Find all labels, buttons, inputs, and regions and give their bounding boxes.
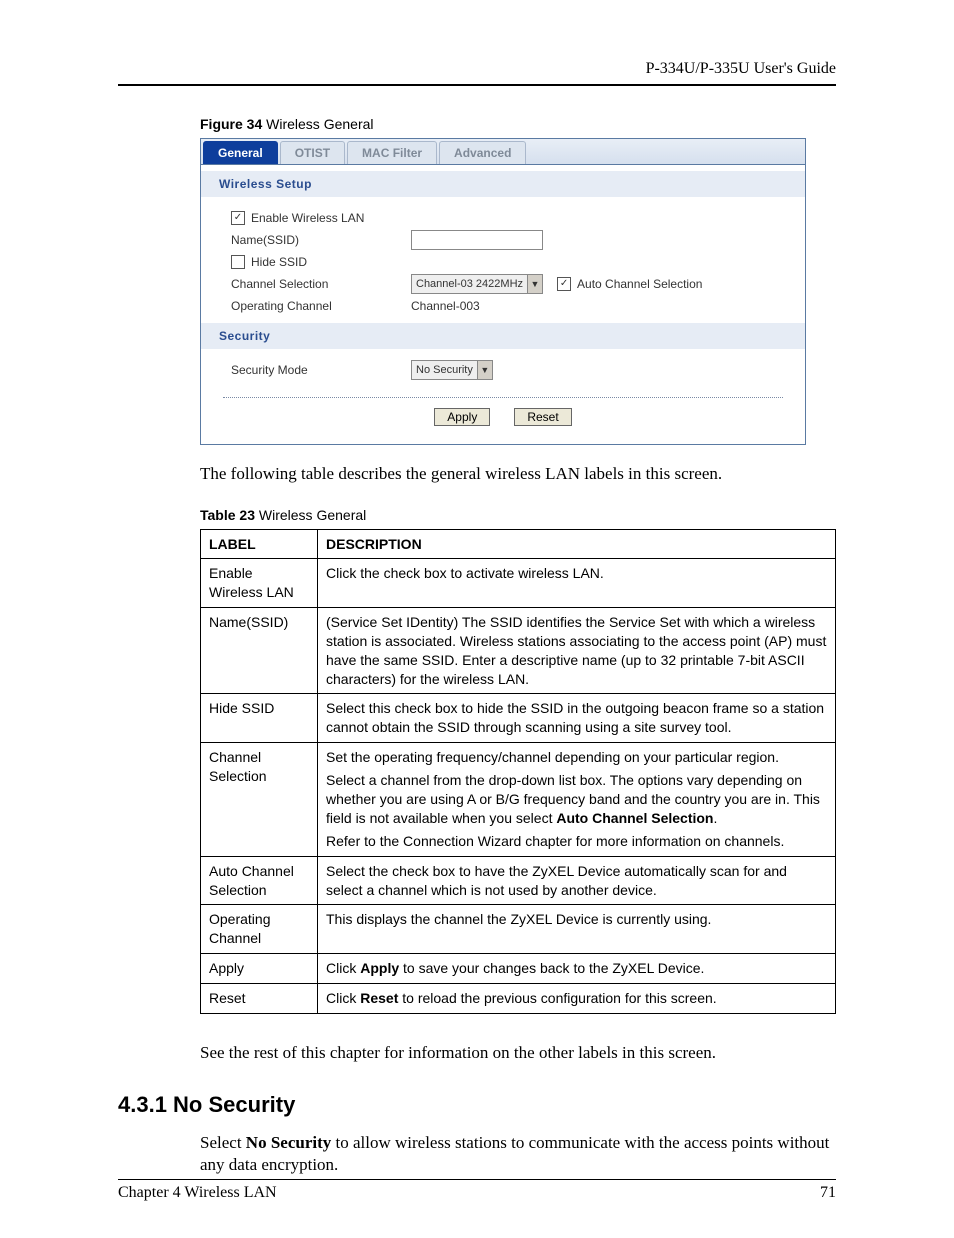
cell-description: Click Reset to reload the previous confi… xyxy=(318,984,836,1014)
operating-channel-label: Operating Channel xyxy=(231,299,332,313)
doc-header: P-334U/P-335U User's Guide xyxy=(118,60,836,84)
cell-label: Hide SSID xyxy=(201,694,318,743)
wireless-setup-form: ✓ Enable Wireless LAN Name(SSID) Hide SS… xyxy=(201,197,805,323)
cell-label: Auto Channel Selection xyxy=(201,856,318,905)
table-row: Auto Channel SelectionSelect the check b… xyxy=(201,856,836,905)
chevron-down-icon: ▼ xyxy=(477,361,492,379)
nosec-bold: No Security xyxy=(246,1133,331,1152)
table-row: Operating Channel This displays the chann… xyxy=(201,905,836,954)
desc-line: Refer to the Connection Wizard chapter f… xyxy=(326,832,827,851)
button-row: Apply Reset xyxy=(201,406,805,430)
cell-label: Apply xyxy=(201,954,318,984)
cell-description: Click the check box to activate wireless… xyxy=(318,559,836,608)
tab-advanced[interactable]: Advanced xyxy=(439,141,526,164)
footer-left: Chapter 4 Wireless LAN xyxy=(118,1184,277,1202)
desc-line: Select the check box to have the ZyXEL D… xyxy=(326,862,827,900)
after-table-paragraph: See the rest of this chapter for informa… xyxy=(200,1042,836,1064)
channel-selection-value: Channel-03 2422MHz xyxy=(412,278,527,290)
tabs: General OTIST MAC Filter Advanced xyxy=(201,139,805,165)
table-caption: Table 23 Wireless General xyxy=(200,507,836,523)
cell-description: Click Apply to save your changes back to… xyxy=(318,954,836,984)
table-row: Channel Selection Set the operating frequ… xyxy=(201,743,836,856)
table-label: Table 23 xyxy=(200,507,255,523)
table-row: Enable Wireless LAN Click the check box t… xyxy=(201,559,836,608)
footer: Chapter 4 Wireless LAN 71 xyxy=(118,1179,836,1202)
desc-line: Set the operating frequency/channel depe… xyxy=(326,748,827,767)
no-security-paragraph: Select No Security to allow wireless sta… xyxy=(200,1132,836,1176)
name-ssid-input[interactable] xyxy=(411,230,543,250)
desc-line: This displays the channel the ZyXEL Devi… xyxy=(326,910,827,929)
desc-line: (Service Set IDentity) The SSID identifi… xyxy=(326,613,827,689)
security-mode-label: Security Mode xyxy=(231,363,308,377)
th-description: DESCRIPTION xyxy=(318,530,836,559)
cell-description: Set the operating frequency/channel depe… xyxy=(318,743,836,856)
cell-label: Channel Selection xyxy=(201,743,318,856)
auto-channel-checkbox[interactable]: ✓ xyxy=(557,277,571,291)
channel-selection-label: Channel Selection xyxy=(231,277,328,291)
th-label: LABEL xyxy=(201,530,318,559)
table-text: Wireless General xyxy=(255,507,366,523)
figure-text: Wireless General xyxy=(262,116,373,132)
table-row: Reset Click Reset to reload the previous … xyxy=(201,984,836,1014)
cell-description: Select this check box to hide the SSID i… xyxy=(318,694,836,743)
desc-line: Click Apply to save your changes back to… xyxy=(326,959,827,978)
auto-channel-label: Auto Channel Selection xyxy=(577,277,702,291)
cell-description: Select the check box to have the ZyXEL D… xyxy=(318,856,836,905)
security-form: Security Mode No Security ▼ xyxy=(201,349,805,387)
separator xyxy=(223,397,783,398)
figure-label: Figure 34 xyxy=(200,116,262,132)
chevron-down-icon: ▼ xyxy=(527,275,542,293)
tab-mac-filter[interactable]: MAC Filter xyxy=(347,141,437,164)
name-ssid-label: Name(SSID) xyxy=(231,233,299,247)
table-row: Name(SSID)(Service Set IDentity) The SSI… xyxy=(201,607,836,694)
section-heading: 4.3.1 No Security xyxy=(118,1092,836,1118)
cell-description: This displays the channel the ZyXEL Devi… xyxy=(318,905,836,954)
panel: Wireless Setup ✓ Enable Wireless LAN Nam… xyxy=(201,165,805,444)
enable-wireless-label: Enable Wireless LAN xyxy=(251,211,364,225)
apply-button[interactable]: Apply xyxy=(434,408,490,426)
section-wireless-setup: Wireless Setup xyxy=(201,171,805,197)
footer-right: 71 xyxy=(820,1184,836,1202)
nosec-pre: Select xyxy=(200,1133,246,1152)
table-row: Hide SSIDSelect this check box to hide t… xyxy=(201,694,836,743)
channel-selection-dropdown[interactable]: Channel-03 2422MHz ▼ xyxy=(411,274,543,294)
cell-description: (Service Set IDentity) The SSID identifi… xyxy=(318,607,836,694)
tab-otist[interactable]: OTIST xyxy=(280,141,345,164)
desc-line: Click Reset to reload the previous confi… xyxy=(326,989,827,1008)
wireless-general-screenshot: General OTIST MAC Filter Advanced Wirele… xyxy=(200,138,806,445)
desc-line: Click the check box to activate wireless… xyxy=(326,564,827,583)
desc-line: Select a channel from the drop-down list… xyxy=(326,771,827,828)
cell-label: Enable Wireless LAN xyxy=(201,559,318,608)
desc-line: Select this check box to hide the SSID i… xyxy=(326,699,827,737)
figure-caption: Figure 34 Wireless General xyxy=(200,116,836,132)
tab-general[interactable]: General xyxy=(203,141,278,164)
section-security: Security xyxy=(201,323,805,349)
operating-channel-value: Channel-003 xyxy=(411,299,480,313)
hide-ssid-label: Hide SSID xyxy=(251,255,307,269)
intro-paragraph: The following table describes the genera… xyxy=(200,463,836,485)
wireless-general-table: LABEL DESCRIPTION Enable Wireless LAN Cli… xyxy=(200,529,836,1014)
footer-rule xyxy=(118,1179,836,1180)
cell-label: Reset xyxy=(201,984,318,1014)
enable-wireless-checkbox[interactable]: ✓ xyxy=(231,211,245,225)
reset-button[interactable]: Reset xyxy=(514,408,571,426)
cell-label: Operating Channel xyxy=(201,905,318,954)
header-rule xyxy=(118,84,836,86)
table-row: Apply Click Apply to save your changes ba… xyxy=(201,954,836,984)
security-mode-dropdown[interactable]: No Security ▼ xyxy=(411,360,493,380)
hide-ssid-checkbox[interactable] xyxy=(231,255,245,269)
cell-label: Name(SSID) xyxy=(201,607,318,694)
security-mode-value: No Security xyxy=(412,364,477,376)
